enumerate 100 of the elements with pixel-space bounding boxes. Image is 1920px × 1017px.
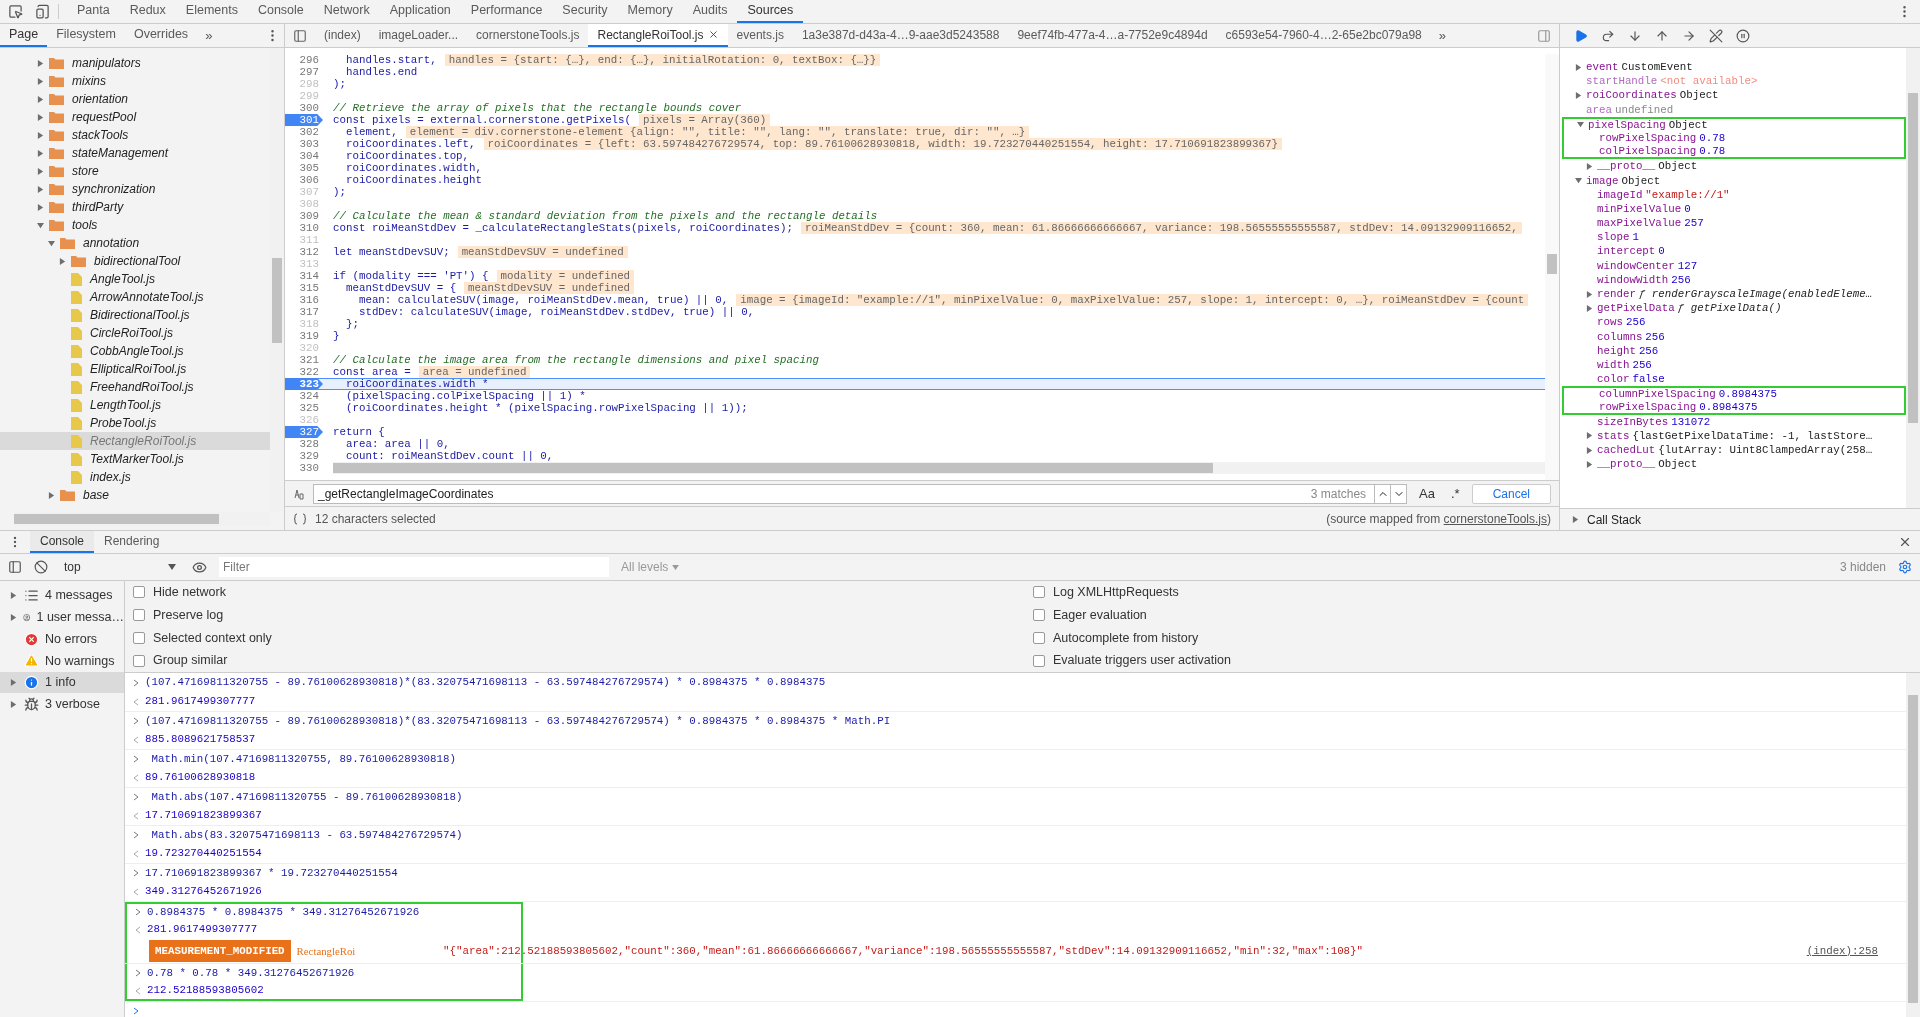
file-tree-item[interactable]: requestPool [0, 108, 270, 126]
triangle-right-icon[interactable] [37, 167, 44, 175]
message-filter-item[interactable]: 1 user messa… [0, 606, 124, 629]
line-number[interactable]: 328 [285, 438, 323, 450]
triangle-right-icon[interactable] [1586, 460, 1593, 468]
triangle-right-icon[interactable] [1575, 91, 1582, 99]
triangle-right-icon[interactable] [37, 203, 44, 211]
file-tab[interactable]: events.js [727, 24, 793, 47]
triangle-down-icon[interactable] [48, 239, 55, 247]
checkbox[interactable] [1033, 654, 1045, 667]
context-select[interactable]: top [60, 557, 180, 577]
file-tab[interactable]: RectangleRoiTool.js [588, 24, 728, 47]
triangle-right-icon[interactable] [37, 131, 44, 139]
triangle-right-icon[interactable] [1586, 162, 1593, 170]
line-number[interactable]: 330 [285, 462, 323, 474]
file-tree-item[interactable]: tools [0, 216, 270, 234]
deactivate-breakpoints-icon[interactable] [1709, 28, 1723, 43]
file-tree-item[interactable]: stackTools [0, 126, 270, 144]
file-tree-item[interactable]: base [0, 486, 270, 504]
navigator-tab[interactable]: Overrides [124, 24, 198, 47]
triangle-right-icon[interactable] [1586, 290, 1593, 298]
search-field[interactable]: _getRectangleImageCoordinates 3 matches [313, 483, 1408, 504]
triangle-right-icon[interactable] [10, 592, 17, 600]
source-link[interactable]: cornerstoneTools.js [1443, 511, 1547, 526]
checkbox[interactable] [1033, 609, 1045, 622]
message-filter-item[interactable]: No errors [0, 628, 124, 651]
triangle-right-icon[interactable] [1586, 432, 1593, 440]
panel-tab[interactable]: Console [247, 0, 314, 23]
line-number[interactable]: 305 [285, 162, 323, 174]
source-link[interactable]: (index):258 [1806, 942, 1878, 960]
file-tree-item[interactable]: CircleRoiTool.js [0, 324, 270, 342]
checkbox[interactable] [1033, 631, 1045, 644]
file-tree-item[interactable]: EllipticalRoiTool.js [0, 360, 270, 378]
panel-tab[interactable]: Memory [617, 0, 683, 23]
triangle-right-icon[interactable] [37, 95, 44, 103]
panel-tab[interactable]: Redux [119, 0, 176, 23]
line-number[interactable]: 315 [285, 282, 323, 294]
triangle-right-icon[interactable] [37, 77, 44, 85]
toggle-navigator-icon[interactable] [293, 28, 307, 43]
file-tree-item[interactable]: stateManagement [0, 144, 270, 162]
triangle-right-icon[interactable] [1572, 516, 1579, 523]
file-tree-item[interactable]: CobbAngleTool.js [0, 342, 270, 360]
line-number[interactable]: 296 [285, 54, 323, 66]
triangle-right-icon[interactable] [10, 614, 17, 622]
line-number[interactable]: 309 [285, 210, 323, 222]
file-tree-item[interactable]: ProbeTool.js [0, 414, 270, 432]
navigator-tab[interactable]: Filesystem [47, 24, 125, 47]
navigator-tab[interactable]: Page [0, 24, 48, 47]
panel-tab[interactable]: Application [379, 0, 461, 23]
call-stack-header[interactable]: Call Stack [1560, 508, 1920, 530]
scrollbar[interactable] [333, 462, 1545, 474]
more-tabs-button[interactable]: » [197, 24, 221, 47]
file-tree-item[interactable]: BidirectionalTool.js [0, 306, 270, 324]
file-tree-item[interactable]: store [0, 162, 270, 180]
toggle-sidebar-icon[interactable] [1537, 28, 1551, 43]
line-number[interactable]: 297 [285, 66, 323, 78]
line-number[interactable]: 329 [285, 450, 323, 462]
eye-icon[interactable] [192, 559, 207, 575]
line-number[interactable]: 323 [285, 378, 323, 390]
match-case-button[interactable]: Aa [1415, 483, 1439, 504]
close-icon[interactable] [1898, 535, 1912, 549]
triangle-right-icon[interactable] [10, 700, 17, 708]
drawer-tab[interactable]: Console [30, 531, 95, 553]
line-number[interactable]: 306 [285, 174, 323, 186]
file-tree-item[interactable]: synchronization [0, 180, 270, 198]
line-number[interactable]: 300 [285, 102, 323, 114]
device-icon[interactable] [35, 4, 50, 19]
filter-field[interactable]: Filter [219, 557, 609, 577]
line-number[interactable]: 303 [285, 138, 323, 150]
panel-tab[interactable]: Panta [67, 0, 120, 23]
file-tree-item[interactable]: annotation [0, 234, 270, 252]
triangle-right-icon[interactable] [37, 59, 44, 67]
panel-tab[interactable]: Network [313, 0, 380, 23]
regex-button[interactable]: .* [1446, 483, 1464, 504]
replace-toggle-icon[interactable] [293, 487, 305, 500]
file-tree-item[interactable]: bidirectionalTool [0, 252, 270, 270]
triangle-right-icon[interactable] [59, 257, 66, 265]
file-tab[interactable]: cornerstoneTools.js [467, 24, 589, 47]
line-number[interactable]: 317 [285, 306, 323, 318]
scrollbar[interactable] [1906, 673, 1920, 1017]
panel-tab[interactable]: Elements [175, 0, 248, 23]
line-number[interactable]: 325 [285, 402, 323, 414]
message-filter-item[interactable]: 1 info [0, 671, 124, 694]
file-tree-item[interactable]: manipulators [0, 54, 270, 72]
checkbox[interactable] [133, 609, 145, 622]
triangle-right-icon[interactable] [37, 149, 44, 157]
line-number[interactable]: 322 [285, 366, 323, 378]
prompt-icon[interactable] [133, 1007, 139, 1015]
file-tree-item[interactable]: mixins [0, 72, 270, 90]
triangle-right-icon[interactable] [37, 185, 44, 193]
triangle-right-icon[interactable] [1586, 446, 1593, 454]
scrollbar[interactable] [1906, 48, 1920, 508]
line-number[interactable]: 321 [285, 354, 323, 366]
line-number[interactable]: 319 [285, 330, 323, 342]
file-tree-item[interactable]: FreehandRoiTool.js [0, 378, 270, 396]
scrollbar[interactable] [1545, 54, 1559, 480]
inspect-icon[interactable] [8, 4, 23, 19]
checkbox[interactable] [133, 654, 145, 667]
triangle-right-icon[interactable] [1586, 304, 1593, 312]
step-out-icon[interactable] [1655, 28, 1669, 43]
